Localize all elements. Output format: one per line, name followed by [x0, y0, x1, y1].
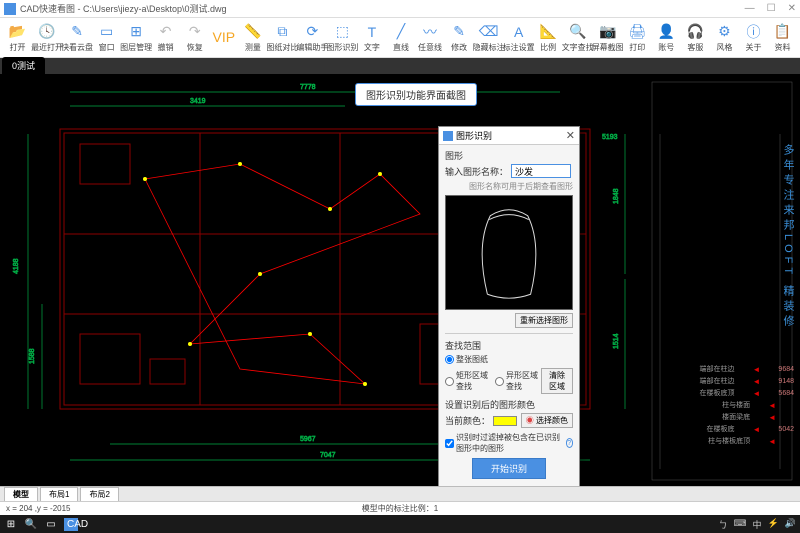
scale-readout: 模型中的标注比例：1 [362, 503, 438, 514]
start-recognition-button[interactable]: 开始识别 [472, 458, 546, 479]
shape-name-input[interactable] [511, 164, 571, 178]
annotation-callout: 图形识别功能界面截图 [355, 83, 477, 106]
tool-14[interactable]: 〰任意线 [417, 20, 444, 56]
tool-9[interactable]: ⧉图纸对比 [268, 20, 296, 56]
tool-2[interactable]: ✎快看云盘 [63, 20, 91, 56]
reselect-shape-button[interactable]: 重新选择图形 [515, 313, 573, 328]
scope-section-label: 查找范围 [445, 339, 573, 352]
layout-tab-2[interactable]: 布局2 [80, 487, 118, 501]
start-button[interactable]: ⊞ [4, 519, 18, 530]
radio-rect-area[interactable] [445, 377, 454, 386]
layout-tab-0[interactable]: 模型 [4, 487, 38, 501]
tool-18[interactable]: 📐比例 [535, 20, 562, 56]
filter-contained-checkbox[interactable] [445, 439, 454, 448]
document-tabs: 0测试 [0, 58, 800, 74]
radio-whole-drawing[interactable] [445, 355, 454, 364]
dialog-title: 图形识别 [456, 129, 566, 142]
svg-text:5193: 5193 [602, 134, 618, 141]
tool-16[interactable]: ⌫隐藏标注 [475, 20, 503, 56]
maximize-button[interactable]: ☐ [767, 3, 776, 14]
tool-7[interactable]: VIP [210, 20, 237, 56]
tab-active[interactable]: 0测试 [2, 57, 45, 74]
window-title: CAD快速看图 - C:\Users\jiezy-a\Desktop\0测试.d… [20, 2, 745, 15]
clear-area-button[interactable]: 清除区域 [541, 368, 573, 394]
app-icon [4, 3, 16, 15]
tool-25[interactable]: ⓘ关于 [740, 20, 767, 56]
current-color-label: 当前颜色： [445, 414, 490, 427]
task-view-icon[interactable]: ▭ [44, 519, 58, 530]
coordinates-readout: x = 204 ,y = -2015 [6, 504, 71, 513]
svg-text:3419: 3419 [190, 98, 206, 105]
help-icon[interactable]: ? [566, 438, 574, 448]
layout-tabs: 模型布局1布局2 [0, 486, 800, 501]
shape-section-label: 图形 [445, 149, 573, 162]
name-hint: 图形名称可用于后期查看图形 [445, 181, 573, 192]
pick-color-button[interactable]: ◉ 选择颜色 [521, 413, 573, 428]
layout-tab-1[interactable]: 布局1 [40, 487, 78, 501]
tool-8[interactable]: 📏测量 [239, 20, 266, 56]
tool-5[interactable]: ↶撤销 [152, 20, 179, 56]
watermark-text: 多年专注来邦LOFT 精装修 [780, 144, 796, 330]
color-section-label: 设置识别后的图形颜色 [445, 398, 573, 411]
tool-21[interactable]: 🖨打印 [624, 20, 651, 56]
dimension-legend: 端部在柱边◄9684端部在柱边◄9148在楼板底顶◄5684柱与楼面◄楼面梁底◄… [700, 364, 795, 448]
titlebar: CAD快速看图 - C:\Users\jiezy-a\Desktop\0测试.d… [0, 0, 800, 18]
tool-11[interactable]: ⬚图形识别 [328, 20, 356, 56]
status-bar: x = 204 ,y = -2015 模型中的标注比例：1 [0, 501, 800, 515]
tool-19[interactable]: 🔍文字查找 [564, 20, 592, 56]
search-icon[interactable]: 🔍 [24, 519, 38, 530]
shape-preview [445, 195, 573, 310]
dialog-close-button[interactable]: ✕ [566, 129, 575, 142]
tool-10[interactable]: ⟳编辑助手 [298, 20, 326, 56]
shape-recognition-dialog: 图形识别 ✕ 图形 输入图形名称： 图形名称可用于后期查看图形 重新选择图形 查… [438, 126, 580, 486]
tool-20[interactable]: 📷屏幕截图 [594, 20, 622, 56]
svg-text:5967: 5967 [300, 436, 316, 443]
tool-4[interactable]: ⊞图层管理 [122, 20, 150, 56]
name-field-label: 输入图形名称： [445, 165, 508, 178]
tool-3[interactable]: ▭窗口 [93, 20, 120, 56]
main-toolbar: 📂打开🕓最近打开✎快看云盘▭窗口⊞图层管理↶撤销↷恢复VIP📏测量⧉图纸对比⟳编… [0, 18, 800, 58]
tool-0[interactable]: 📂打开 [4, 20, 31, 56]
svg-text:1848: 1848 [613, 188, 620, 204]
svg-text:7047: 7047 [320, 452, 336, 459]
close-button[interactable]: ✕ [788, 3, 796, 14]
minimize-button[interactable]: — [745, 3, 755, 14]
dialog-icon [443, 131, 453, 141]
tool-22[interactable]: 👤账号 [653, 20, 680, 56]
svg-text:4188: 4188 [13, 258, 20, 274]
tool-23[interactable]: 🎧客服 [682, 20, 709, 56]
tool-17[interactable]: A标注设置 [505, 20, 533, 56]
app-taskbar-icon[interactable]: CAD [64, 518, 78, 531]
tool-6[interactable]: ↷恢复 [181, 20, 208, 56]
tool-12[interactable]: T文字 [358, 20, 385, 56]
windows-taskbar: ⊞ 🔍 ▭ CAD ㄅ⌨中⚡🔊 [0, 515, 800, 533]
drawing-canvas[interactable]: 7778 3419 4188 1588 5967 7047 5193 1848 … [0, 74, 800, 486]
color-swatch [493, 416, 517, 426]
tool-13[interactable]: ╱直线 [387, 20, 414, 56]
tool-26[interactable]: 📋资料 [769, 20, 796, 56]
svg-text:1514: 1514 [613, 333, 620, 349]
cad-drawing: 7778 3419 4188 1588 5967 7047 5193 1848 … [0, 74, 800, 486]
svg-text:7778: 7778 [300, 84, 316, 91]
tool-15[interactable]: ✎修改 [446, 20, 473, 56]
radio-irregular-area[interactable] [495, 377, 504, 386]
tool-1[interactable]: 🕓最近打开 [33, 20, 61, 56]
tool-24[interactable]: ⚙风格 [711, 20, 738, 56]
svg-text:1588: 1588 [29, 348, 36, 364]
